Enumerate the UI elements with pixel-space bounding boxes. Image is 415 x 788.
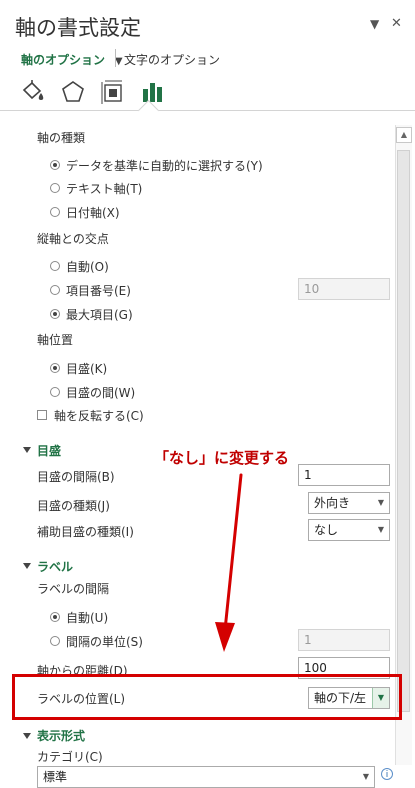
minor-tick-type-label: 補助目盛の種類(I) xyxy=(37,525,134,539)
close-icon[interactable]: ✕ xyxy=(391,16,402,31)
axis-type-text-radio[interactable] xyxy=(50,183,60,193)
axis-position-on-ticks-radio[interactable] xyxy=(50,363,60,373)
size-properties-icon[interactable] xyxy=(100,80,126,104)
axis-options-chart-icon[interactable] xyxy=(140,80,166,104)
scroll-up-icon[interactable]: ▲ xyxy=(396,127,412,143)
chevron-down-icon[interactable]: ▼ xyxy=(358,767,374,787)
effects-pentagon-icon[interactable] xyxy=(60,80,86,104)
chevron-down-icon[interactable]: ▼ xyxy=(373,493,389,513)
label-interval-unit-input[interactable]: 1 xyxy=(298,629,390,651)
chevron-down-icon[interactable]: ▼ xyxy=(373,520,389,540)
reverse-order-label[interactable]: 軸を反転する(C) xyxy=(54,407,144,424)
labels-collapse-icon[interactable] xyxy=(23,563,31,569)
axis-position-between-ticks-radio[interactable] xyxy=(50,387,60,397)
axis-type-date-radio[interactable] xyxy=(50,207,60,217)
axis-position-between-ticks-label[interactable]: 目盛の間(W) xyxy=(66,384,135,401)
reverse-order-checkbox[interactable] xyxy=(37,410,47,420)
label-interval-auto-radio[interactable] xyxy=(50,612,60,622)
pin-dropdown-icon[interactable]: ▼ xyxy=(370,17,379,31)
number-collapse-icon[interactable] xyxy=(23,733,31,739)
category-number-input[interactable]: 10 xyxy=(298,278,390,300)
crosses-auto-label[interactable]: 自動(O) xyxy=(66,258,109,275)
axis-type-auto-label[interactable]: データを基準に自動的に選択する(Y) xyxy=(66,157,263,174)
label-interval-auto-label[interactable]: 自動(U) xyxy=(66,609,108,626)
number-category-label: カテゴリ(C) xyxy=(37,750,103,764)
crosses-max-category-label[interactable]: 最大項目(G) xyxy=(66,306,133,323)
tick-marks-collapse-icon[interactable] xyxy=(23,447,31,453)
axis-type-auto-radio[interactable] xyxy=(50,160,60,170)
number-category-select[interactable]: 標準 ▼ xyxy=(37,766,375,788)
crosses-heading: 縦軸との交点 xyxy=(37,232,109,246)
crosses-category-number-radio[interactable] xyxy=(50,285,60,295)
tick-marks-heading[interactable]: 目盛 xyxy=(37,442,61,459)
minor-tick-type-select[interactable]: なし ▼ xyxy=(308,519,390,541)
panel-title: 軸の書式設定 xyxy=(15,16,141,40)
crosses-auto-radio[interactable] xyxy=(50,261,60,271)
fill-line-icon[interactable] xyxy=(20,80,46,104)
tick-interval-input[interactable]: 1 xyxy=(298,464,390,486)
crosses-max-category-radio[interactable] xyxy=(50,309,60,319)
tab-separator xyxy=(115,49,116,67)
info-icon[interactable]: i xyxy=(381,768,393,780)
minor-tick-type-value: なし xyxy=(314,523,339,537)
annotation-arrow xyxy=(215,473,243,652)
tick-interval-label: 目盛の間隔(B) xyxy=(37,470,115,484)
crosses-category-number-label[interactable]: 項目番号(E) xyxy=(66,282,131,299)
annotation-text: 「なし」に変更する xyxy=(154,449,290,467)
major-tick-type-label: 目盛の種類(J) xyxy=(37,499,110,513)
label-interval-heading: ラベルの間隔 xyxy=(37,582,110,596)
axis-type-text-label[interactable]: テキスト軸(T) xyxy=(66,180,142,197)
tab-axis-options[interactable]: 軸のオプション ▼ xyxy=(21,51,123,68)
tab-text-options[interactable]: 文字のオプション xyxy=(124,51,220,68)
label-interval-unit-label[interactable]: 間隔の単位(S) xyxy=(66,633,143,650)
label-interval-unit-radio[interactable] xyxy=(50,636,60,646)
major-tick-type-select[interactable]: 外向き ▼ xyxy=(308,492,390,514)
labels-heading[interactable]: ラベル xyxy=(37,558,73,575)
number-category-value: 標準 xyxy=(43,770,68,784)
tab-divider xyxy=(0,110,415,111)
number-heading[interactable]: 表示形式 xyxy=(37,727,85,744)
highlight-box xyxy=(12,674,402,720)
axis-position-heading: 軸位置 xyxy=(37,333,74,347)
tab-axis-options-label: 軸のオプション xyxy=(21,53,106,67)
scrollbar-thumb[interactable] xyxy=(397,150,410,712)
axis-type-heading: 軸の種類 xyxy=(37,131,86,145)
axis-type-date-label[interactable]: 日付軸(X) xyxy=(66,204,120,221)
major-tick-type-value: 外向き xyxy=(314,496,351,510)
axis-position-on-ticks-label[interactable]: 目盛(K) xyxy=(66,360,107,377)
